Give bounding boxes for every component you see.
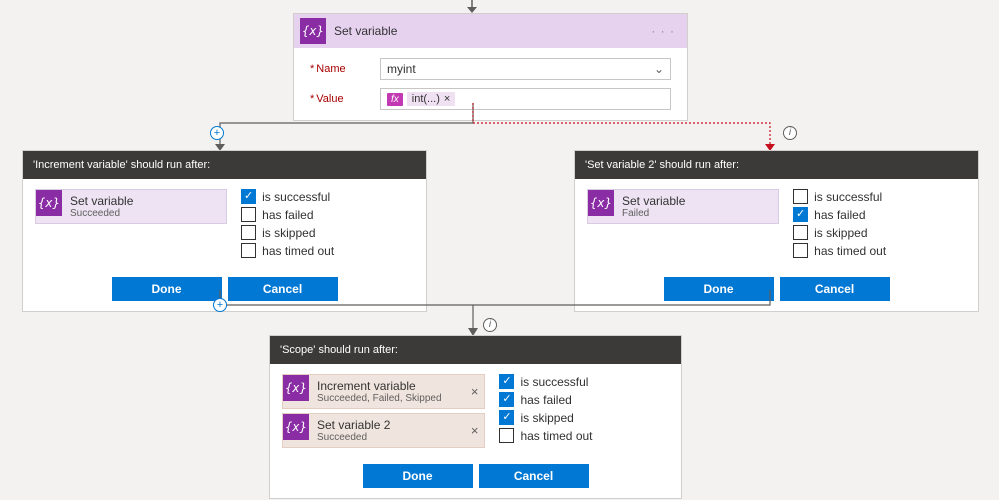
add-branch-button[interactable]: + [213, 298, 227, 312]
predecessor-card-1[interactable]: {x} Increment variable Succeeded, Failed… [282, 374, 485, 409]
checkbox-icon [793, 189, 808, 204]
cancel-button[interactable]: Cancel [228, 277, 338, 301]
check-is-skipped[interactable]: ✓is skipped [499, 410, 669, 425]
check-is-skipped[interactable]: is skipped [793, 225, 966, 240]
checkbox-icon [793, 225, 808, 240]
panel-header[interactable]: 'Set variable 2' should run after: [575, 151, 978, 179]
done-button[interactable]: Done [363, 464, 473, 488]
branch-info-icon[interactable]: i [783, 126, 797, 140]
name-input[interactable]: myint [380, 58, 671, 80]
check-has-failed[interactable]: ✓has failed [793, 207, 966, 222]
check-has-failed[interactable]: has failed [241, 207, 414, 222]
check-is-skipped[interactable]: is skipped [241, 225, 414, 240]
variable-icon: {x} [300, 18, 326, 44]
card-header[interactable]: {x} Set variable · · · [294, 14, 687, 48]
done-button[interactable]: Done [664, 277, 774, 301]
done-button[interactable]: Done [112, 277, 222, 301]
checkbox-icon [793, 243, 808, 258]
predecessor-status: Failed [622, 208, 685, 219]
checkbox-icon: ✓ [499, 374, 514, 389]
panel-header[interactable]: 'Increment variable' should run after: [23, 151, 426, 179]
predecessor-title: Increment variable [317, 379, 442, 393]
value-label: Value [310, 93, 370, 105]
check-has-timed-out[interactable]: has timed out [793, 243, 966, 258]
expression-chip[interactable]: int(...) × [407, 92, 456, 106]
scope-runafter-panel: 'Scope' should run after: {x} Increment … [269, 335, 682, 499]
predecessor-title: Set variable [622, 194, 685, 208]
variable-icon: {x} [588, 190, 614, 216]
setvariable2-runafter-panel: 'Set variable 2' should run after: {x} S… [574, 150, 979, 312]
check-is-successful[interactable]: ✓is successful [241, 189, 414, 204]
check-is-successful[interactable]: ✓is successful [499, 374, 669, 389]
set-variable-card: {x} Set variable · · · Name myint Value … [293, 13, 688, 121]
checkbox-icon: ✓ [793, 207, 808, 222]
checkbox-icon [241, 225, 256, 240]
predecessor-title: Set variable 2 [317, 418, 390, 432]
predecessor-status: Succeeded [317, 432, 390, 443]
panel-header[interactable]: 'Scope' should run after: [270, 336, 681, 364]
checkbox-icon [241, 243, 256, 258]
add-branch-button[interactable]: + [210, 126, 224, 140]
check-is-successful[interactable]: is successful [793, 189, 966, 204]
remove-predecessor-icon[interactable]: × [465, 417, 485, 444]
checkbox-icon: ✓ [241, 189, 256, 204]
card-menu[interactable]: · · · [651, 24, 681, 38]
predecessor-status: Succeeded [70, 208, 133, 219]
variable-icon: {x} [36, 190, 62, 216]
predecessor-title: Set variable [70, 194, 133, 208]
checkbox-icon [241, 207, 256, 222]
remove-chip-icon[interactable]: × [444, 93, 450, 105]
variable-icon: {x} [283, 375, 309, 401]
branch-info-icon[interactable]: i [483, 318, 497, 332]
checkbox-icon: ✓ [499, 410, 514, 425]
check-has-timed-out[interactable]: has timed out [241, 243, 414, 258]
name-label: Name [310, 63, 370, 75]
remove-predecessor-icon[interactable]: × [465, 378, 485, 405]
check-has-failed[interactable]: ✓has failed [499, 392, 669, 407]
cancel-button[interactable]: Cancel [780, 277, 890, 301]
predecessor-card[interactable]: {x} Set variable Failed [587, 189, 779, 224]
checkbox-icon: ✓ [499, 392, 514, 407]
fx-icon: fx [387, 93, 403, 106]
increment-variable-runafter-panel: 'Increment variable' should run after: {… [22, 150, 427, 312]
card-title: Set variable [334, 24, 397, 38]
checkbox-icon [499, 428, 514, 443]
variable-icon: {x} [283, 414, 309, 440]
predecessor-card[interactable]: {x} Set variable Succeeded [35, 189, 227, 224]
value-input[interactable]: fx int(...) × [380, 88, 671, 110]
predecessor-status: Succeeded, Failed, Skipped [317, 393, 442, 404]
check-has-timed-out[interactable]: has timed out [499, 428, 669, 443]
predecessor-card-2[interactable]: {x} Set variable 2 Succeeded × [282, 413, 485, 448]
cancel-button[interactable]: Cancel [479, 464, 589, 488]
